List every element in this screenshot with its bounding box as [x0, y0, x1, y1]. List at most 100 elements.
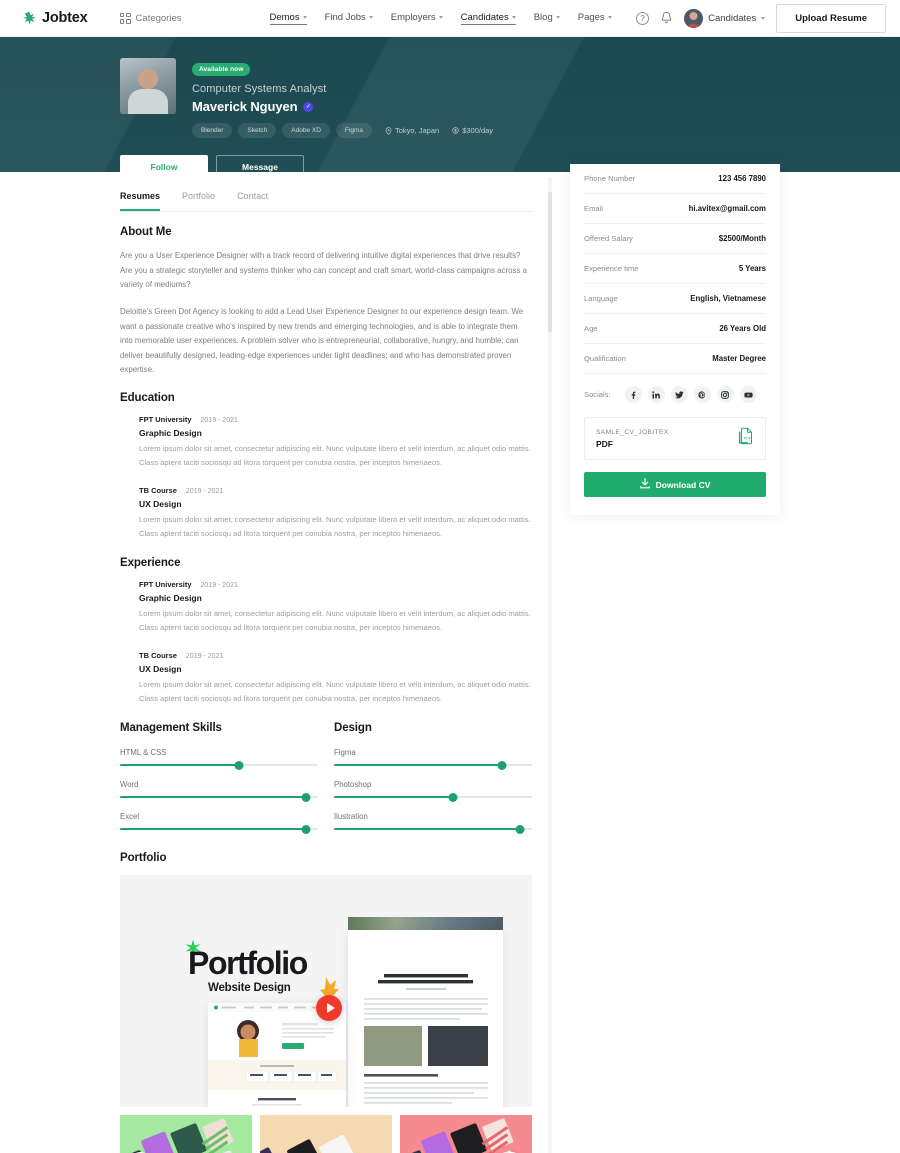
tag-adobe-xd[interactable]: Adobe XD [282, 123, 330, 138]
skill-label: HTML & CSS [120, 748, 167, 758]
tab-portfolio[interactable]: Portfolio [182, 191, 215, 211]
skill-track[interactable] [334, 760, 532, 770]
menu-item-pages[interactable]: Pages [578, 12, 612, 24]
skill-track[interactable] [334, 824, 532, 834]
skill-illustration: Ilustration [334, 812, 532, 834]
portfolio-thumb-green[interactable] [120, 1115, 252, 1153]
skill-label: Excel [120, 812, 140, 822]
youtube-icon[interactable] [739, 386, 757, 403]
skill-track[interactable] [334, 792, 532, 802]
candidate-tags: Blender Sketch Adobe XD Figma Tokyo, Jap… [192, 123, 493, 138]
menu-item-employers[interactable]: Employers [391, 12, 443, 24]
portfolio-hero-subtitle: Website Design [208, 982, 291, 995]
menu-item-find-jobs[interactable]: Find Jobs [325, 12, 373, 24]
tab-resumes[interactable]: Resumes [120, 191, 161, 211]
menu-label: Employers [390, 12, 436, 23]
info-value: 123 456 7890 [718, 174, 766, 183]
skill-label: Word [120, 780, 139, 790]
portfolio-title: Portfolio [120, 852, 167, 865]
info-key: Experience time [584, 264, 639, 273]
tag-blender[interactable]: Blender [192, 123, 233, 138]
categories-button[interactable]: Categories [119, 12, 182, 24]
pinterest-icon[interactable] [693, 386, 711, 403]
copy-file-icon[interactable]: PDF [737, 427, 754, 450]
menu-item-blog[interactable]: Blog [534, 12, 560, 24]
skill-fill [120, 828, 307, 831]
chevron-down-icon [302, 15, 307, 19]
menu-item-demos[interactable]: Demos [269, 12, 307, 25]
info-key: Phone Number [584, 174, 636, 183]
account-menu[interactable]: Candidates [684, 8, 766, 28]
design-skills-column: Design Figma Photoshop Ilustration [334, 722, 532, 834]
tag-sketch[interactable]: Sketch [238, 123, 277, 138]
management-skills-title: Management Skills [120, 722, 222, 735]
entry-years: 2019 - 2021 [185, 488, 224, 496]
education-entry: FPT University 2019 - 2021 Graphic Desig… [120, 415, 532, 470]
nav-right-group: ? Candidates Upload Resume [636, 3, 886, 33]
scrollbar-thumb[interactable] [548, 192, 552, 332]
skill-knob[interactable] [448, 792, 458, 802]
info-value: 5 Years [738, 264, 766, 273]
cv-file-box[interactable]: SAMLE_CV_JOBITEX PDF PDF [584, 417, 766, 460]
about-paragraph-2: Deloitte's Green Dot Agency is looking t… [120, 306, 524, 375]
skill-label: Ilustration [334, 812, 368, 822]
brand-logo[interactable]: Jobtex [22, 10, 88, 26]
chevron-down-icon [555, 16, 560, 19]
about-paragraph-1: Are you a User Experience Designer with … [120, 251, 527, 290]
skill-figma: Figma [334, 748, 532, 770]
candidate-name: Maverick Nguyen [192, 99, 298, 114]
socials-row: Socials: [584, 374, 766, 417]
skill-track[interactable] [120, 824, 318, 834]
info-row-age: Age 26 Years Old [584, 314, 766, 344]
notification-bell-icon[interactable] [660, 11, 673, 25]
info-value: $2500/Month [718, 234, 766, 243]
skill-knob[interactable] [301, 824, 311, 834]
instagram-icon[interactable] [716, 386, 734, 403]
skill-track[interactable] [120, 760, 318, 770]
portfolio-featured-image[interactable]: Portfolio Website Design [120, 875, 532, 1108]
skill-fill [334, 796, 453, 799]
facebook-icon[interactable] [624, 386, 642, 403]
chevron-down-icon [607, 16, 612, 19]
skill-knob[interactable] [301, 792, 311, 802]
skill-knob[interactable] [515, 824, 525, 834]
skill-knob[interactable] [497, 760, 507, 770]
follow-button[interactable]: Follow [120, 155, 208, 172]
main-content-column: Resumes Portfolio Contact About Me Are y… [0, 172, 560, 1153]
info-key: Qualification [584, 354, 626, 363]
upload-resume-button[interactable]: Upload Resume [776, 3, 886, 33]
candidate-info-card: Phone Number 123 456 7890 Email hi.avite… [570, 164, 780, 515]
chevron-down-icon [761, 16, 766, 20]
skill-excel: Excel [120, 812, 318, 834]
tab-contact[interactable]: Contact [237, 191, 268, 211]
management-skills-column: Management Skills HTML & CSS Word Excel [120, 722, 318, 834]
cv-file-name: SAMLE_CV_JOBITEX [596, 428, 669, 436]
dollar-circle-icon [452, 127, 459, 134]
twitter-icon[interactable] [670, 386, 688, 403]
skill-knob[interactable] [234, 760, 244, 770]
main-menu: Demos Find Jobs Employers Candidates Blo… [269, 12, 612, 25]
message-button[interactable]: Message [216, 155, 304, 172]
about-me-title: About Me [120, 226, 172, 238]
skill-html-css: HTML & CSS [120, 748, 318, 770]
info-value: Master Degree [712, 354, 766, 363]
info-key: Language [584, 294, 618, 303]
download-cv-button[interactable]: Download CV [584, 472, 766, 497]
info-row-qualification: Qualification Master Degree [584, 344, 766, 374]
socials-label: Socials: [584, 390, 611, 399]
experience-entry: TB Course 2019 - 2021 UX Design Lorem ip… [120, 651, 532, 706]
entry-years: 2019 - 2021 [185, 653, 224, 661]
skill-track[interactable] [120, 792, 318, 802]
question-circle-icon[interactable]: ? [636, 11, 650, 25]
menu-item-candidates[interactable]: Candidates [460, 12, 516, 25]
entry-org: TB Course [139, 651, 177, 661]
skill-label: Figma [334, 748, 356, 758]
tag-figma[interactable]: Figma [335, 123, 372, 138]
chevron-down-icon [368, 16, 373, 19]
linkedin-icon[interactable] [647, 386, 665, 403]
portfolio-thumb-pink[interactable] [400, 1115, 532, 1153]
info-row-language: Language English, Vietnamese [584, 284, 766, 314]
portfolio-thumb-tan[interactable] [260, 1115, 392, 1153]
menu-label: Pages [577, 12, 605, 23]
entry-description: Lorem ipsum dolor sit amet, consectetur … [139, 609, 531, 633]
